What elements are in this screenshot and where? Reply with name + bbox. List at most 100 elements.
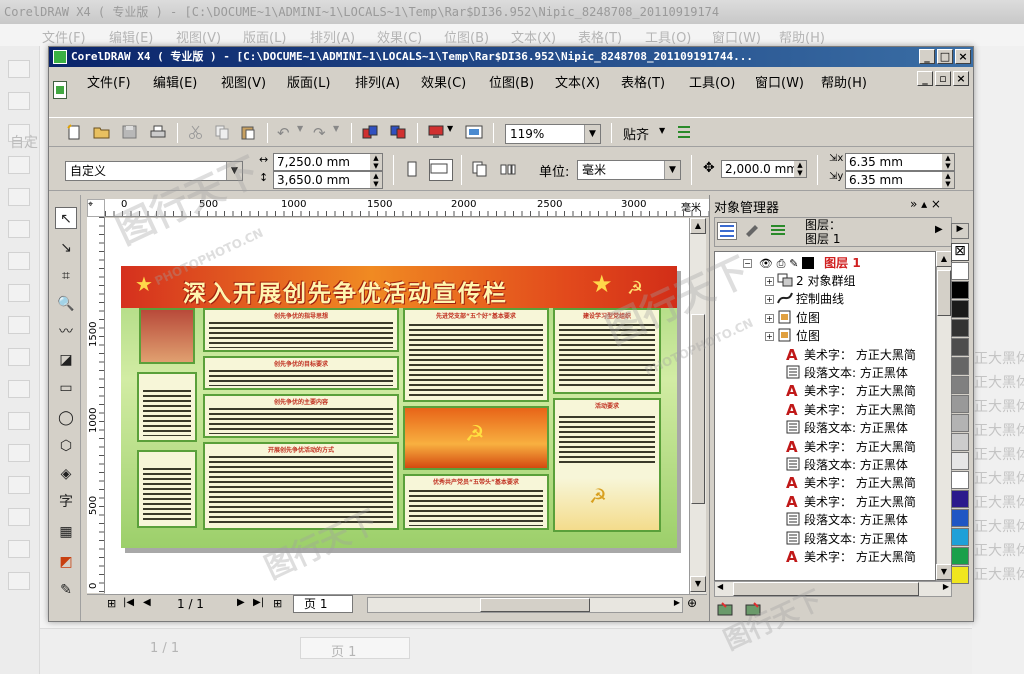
current-page-icon[interactable]: [499, 161, 519, 179]
page-preset-dropdown[interactable]: 自定义 ▼: [65, 161, 243, 181]
poster-artwork[interactable]: ★ ★ ☭ 深入开展创先争优活动宣传栏 创先争优的指导思想 创先争优的目标要求: [121, 266, 677, 548]
page-height-field[interactable]: 3,650.0 mm ▲ ▼: [273, 171, 383, 189]
menu-effects[interactable]: 效果(C): [421, 72, 466, 91]
doc-restore-button[interactable]: ▫: [935, 71, 951, 86]
tree-object-row[interactable]: + 位图: [765, 309, 820, 327]
portrait-icon[interactable]: [403, 161, 423, 179]
pencil-icon[interactable]: ✎: [789, 257, 798, 270]
maximize-button[interactable]: □: [937, 49, 953, 64]
no-color-swatch[interactable]: ⊠: [951, 243, 969, 261]
nudge-distance-field[interactable]: 2,000.0 mm ▲ ▼: [721, 160, 807, 178]
page-tab[interactable]: 页 1: [293, 595, 353, 613]
scroll-left-icon[interactable]: ◀: [717, 582, 723, 591]
close-button[interactable]: ×: [955, 49, 971, 64]
welcome-screen-icon[interactable]: [465, 124, 485, 142]
tree-object-row[interactable]: 段落文本: 方正黑体: [785, 419, 908, 437]
text-tool-icon[interactable]: 字: [55, 491, 77, 513]
zoom-levels-dropdown[interactable]: 119% ▼: [505, 124, 601, 144]
color-swatch[interactable]: [951, 490, 969, 508]
color-swatch[interactable]: [951, 528, 969, 546]
menu-window[interactable]: 窗口(W): [755, 72, 804, 91]
color-swatch[interactable]: [951, 357, 969, 375]
new-document-icon[interactable]: [65, 124, 85, 142]
expand-icon[interactable]: +: [765, 313, 774, 323]
last-page-icon[interactable]: ▶|: [253, 597, 264, 608]
tree-object-row[interactable]: + 位图: [765, 327, 820, 345]
canvas-horizontal-scrollbar[interactable]: ▶: [367, 597, 683, 613]
chevron-down-icon[interactable]: ▼: [226, 162, 242, 180]
color-swatch[interactable]: [951, 262, 969, 280]
tree-object-row[interactable]: A 美术字： 方正大黑简: [785, 346, 916, 364]
undo-icon[interactable]: ↶: [277, 124, 297, 142]
page-width-field[interactable]: 7,250.0 mm ▲ ▼: [273, 153, 383, 171]
expand-icon[interactable]: +: [765, 332, 774, 342]
tree-object-row[interactable]: 段落文本: 方正黑体: [785, 511, 908, 529]
expand-icon[interactable]: −: [743, 259, 752, 268]
color-swatch[interactable]: [951, 300, 969, 318]
eyedropper-tool-icon[interactable]: ✎: [55, 579, 77, 601]
show-properties-icon[interactable]: [717, 222, 737, 240]
menu-arrange[interactable]: 排列(A): [355, 72, 400, 91]
color-swatch[interactable]: [951, 414, 969, 432]
crop-tool-icon[interactable]: ⌗: [55, 265, 77, 287]
menu-table[interactable]: 表格(T): [621, 72, 665, 91]
shape-tool-icon[interactable]: ↘: [55, 237, 77, 259]
menu-bitmaps[interactable]: 位图(B): [489, 72, 534, 91]
color-swatch[interactable]: [951, 509, 969, 527]
duplicate-distance-x-field[interactable]: 6.35 mm ▲ ▼: [845, 153, 955, 171]
rectangle-tool-icon[interactable]: ▭: [55, 377, 77, 399]
edit-across-layers-icon[interactable]: [743, 222, 763, 240]
new-master-layer-icon[interactable]: [744, 601, 764, 619]
scroll-down-icon[interactable]: ▼: [690, 576, 706, 592]
tree-object-row[interactable]: A 美术字： 方正大黑简: [785, 382, 916, 400]
docker-flyout-icon[interactable]: ▶: [935, 224, 943, 235]
color-swatch[interactable]: [951, 395, 969, 413]
zoom-tool-icon[interactable]: 🔍: [55, 293, 77, 315]
ruler-origin[interactable]: ⌖: [87, 199, 105, 217]
launcher-dropdown-icon[interactable]: ▼: [447, 124, 467, 142]
duplicate-distance-y-field[interactable]: 6.35 mm ▲ ▼: [845, 171, 955, 189]
previous-page-icon[interactable]: ◀: [143, 597, 151, 608]
cut-icon[interactable]: [187, 124, 207, 142]
expand-icon[interactable]: +: [765, 277, 774, 286]
units-dropdown[interactable]: 毫米 ▼: [577, 160, 681, 180]
drawing-canvas[interactable]: ★ ★ ☭ 深入开展创先争优活动宣传栏 创先争优的指导思想 创先争优的目标要求: [105, 218, 689, 594]
doc-minimize-button[interactable]: _: [917, 71, 933, 86]
color-swatch[interactable]: [951, 547, 969, 565]
save-icon[interactable]: [121, 124, 141, 142]
tree-object-row[interactable]: 段落文本: 方正黑体: [785, 530, 908, 548]
document-icon[interactable]: [53, 81, 67, 99]
menu-tools[interactable]: 工具(O): [689, 72, 735, 91]
menu-edit[interactable]: 编辑(E): [153, 72, 197, 91]
color-swatch[interactable]: [951, 319, 969, 337]
eye-icon[interactable]: 👁: [759, 257, 773, 270]
spin-arrows-icon[interactable]: ▲ ▼: [370, 172, 382, 188]
spin-arrows-icon[interactable]: ▲ ▼: [794, 161, 806, 177]
color-swatch[interactable]: [951, 471, 969, 489]
scroll-thumb[interactable]: [937, 270, 951, 316]
all-pages-icon[interactable]: [471, 161, 491, 179]
tree-object-row[interactable]: 段落文本: 方正黑体: [785, 456, 908, 474]
docker-collapse-icon[interactable]: » ▴ ×: [910, 197, 941, 211]
canvas-vertical-scrollbar[interactable]: ▲ ▼: [689, 218, 706, 594]
vertical-ruler[interactable]: 1500 1000 500 0: [87, 217, 105, 593]
tree-object-row[interactable]: A 美术字： 方正大黑简: [785, 401, 916, 419]
scroll-up-icon[interactable]: ▲: [690, 218, 706, 234]
tree-object-row[interactable]: A 美术字： 方正大黑简: [785, 474, 916, 492]
color-swatch[interactable]: [951, 376, 969, 394]
spin-arrows-icon[interactable]: ▲ ▼: [942, 154, 954, 170]
export-icon[interactable]: [389, 124, 409, 142]
tree-horizontal-scrollbar[interactable]: ◀ ▶: [714, 581, 952, 597]
layer-manager-view-icon[interactable]: [769, 222, 789, 240]
scroll-right-icon[interactable]: ▶: [943, 582, 949, 591]
landscape-icon[interactable]: [429, 159, 453, 181]
color-swatch[interactable]: [951, 338, 969, 356]
polygon-tool-icon[interactable]: ⬡: [55, 435, 77, 457]
options-icon[interactable]: [675, 124, 695, 142]
horizontal-ruler[interactable]: 0 500 1000 1500 2000 2500 3000 毫米: [105, 199, 745, 217]
print-icon[interactable]: [149, 124, 169, 142]
tree-object-row[interactable]: A 美术字： 方正大黑简: [785, 548, 916, 566]
menu-view[interactable]: 视图(V): [221, 72, 266, 91]
color-swatch[interactable]: [951, 566, 969, 584]
printer-icon[interactable]: ⎙: [777, 257, 786, 270]
